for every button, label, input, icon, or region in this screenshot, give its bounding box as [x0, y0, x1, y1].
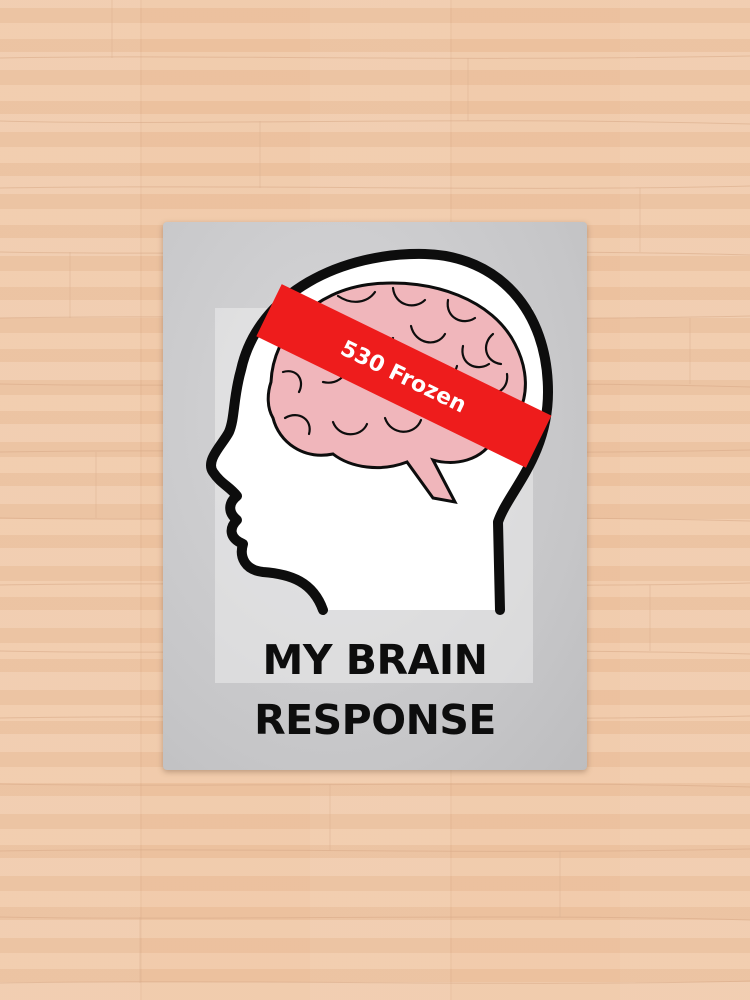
caption-line-1: MY BRAIN [262, 636, 488, 684]
comforter-blanket: 530 Frozen MY BRAIN RESPONSE [163, 222, 587, 770]
brain-head-illustration: 530 Frozen [206, 248, 553, 683]
caption-line-2: RESPONSE [254, 696, 496, 744]
